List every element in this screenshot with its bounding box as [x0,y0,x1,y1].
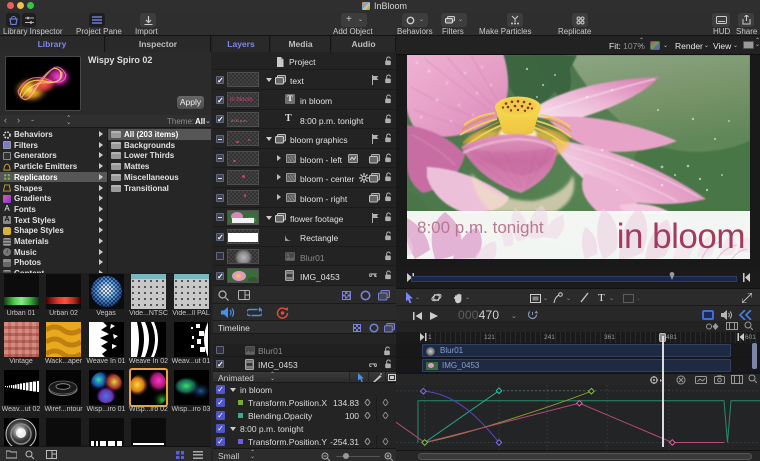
svg-text:8:00 p.m. tonight: 8:00 p.m. tonight [417,218,544,237]
svg-text:in bloom: in bloom [617,217,745,256]
